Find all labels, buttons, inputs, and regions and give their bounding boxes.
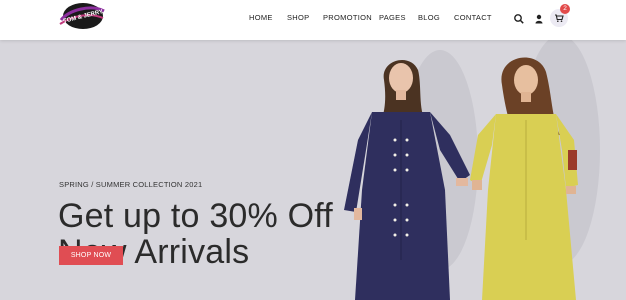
nav-item-promotion[interactable]: PROMOTION [323, 13, 372, 22]
cart-count-badge: 2 [560, 4, 570, 14]
search-icon [514, 14, 524, 24]
hero-models-image [344, 40, 600, 300]
site-header: TOM & JERRY HOME SHOP PROMOTION PAGES BL… [0, 0, 626, 40]
search-button[interactable] [513, 12, 525, 24]
nav-item-home[interactable]: HOME [249, 13, 273, 22]
hero-subtitle: SPRING / SUMMER COLLECTION 2021 [59, 180, 203, 189]
nav-item-shop[interactable]: SHOP [287, 13, 309, 22]
account-button[interactable] [533, 12, 545, 24]
nav-item-contact[interactable]: CONTACT [454, 13, 492, 22]
user-icon [535, 14, 543, 24]
nav-item-blog[interactable]: BLOG [418, 13, 440, 22]
nav-item-pages[interactable]: PAGES [379, 13, 406, 22]
shop-now-button[interactable]: SHOP NOW [59, 246, 123, 265]
hero-headline-line-1: Get up to 30% Off [58, 197, 333, 235]
